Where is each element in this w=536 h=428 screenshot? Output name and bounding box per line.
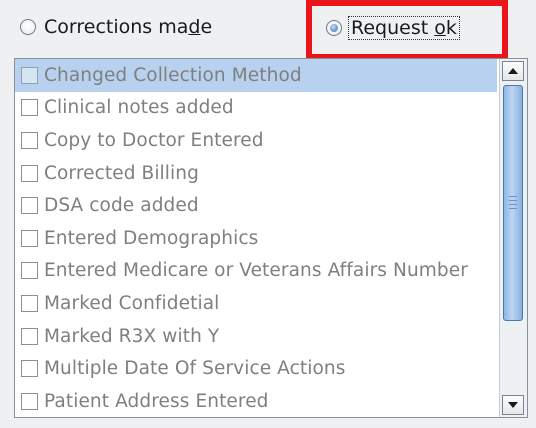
checkbox[interactable] — [21, 360, 38, 378]
list-item-label: DSA code added — [44, 195, 199, 217]
checkbox[interactable] — [21, 164, 38, 182]
corrections-made-label: Corrections made — [44, 16, 213, 38]
list-item-label: Marked R3X with Y — [44, 325, 220, 347]
checkbox[interactable] — [21, 197, 38, 215]
checkbox[interactable] — [21, 99, 38, 117]
checkbox[interactable] — [21, 392, 38, 410]
list-items: Changed Collection Method Clinical notes … — [15, 59, 497, 417]
checkbox[interactable] — [21, 66, 38, 84]
checkbox[interactable] — [21, 294, 38, 312]
list-item-label: Entered Medicare or Veterans Affairs Num… — [44, 260, 468, 282]
list-item[interactable]: Multiple Date Of Service Actions — [15, 352, 497, 385]
list-item[interactable]: Entered Medicare or Veterans Affairs Num… — [15, 255, 497, 288]
request-ok-radio[interactable]: Request ok — [326, 16, 460, 40]
request-ok-label: Request ok — [348, 16, 460, 40]
corrections-made-radio[interactable]: Corrections made — [20, 16, 212, 38]
arrow-down-icon — [508, 402, 518, 408]
status-radio-group: Corrections made Request ok — [0, 0, 536, 60]
list-item[interactable]: Copy to Doctor Entered — [15, 124, 497, 157]
scroll-down-button[interactable] — [502, 395, 524, 415]
list-item[interactable]: Clinical notes added — [15, 92, 497, 125]
scroll-up-button[interactable] — [502, 61, 524, 81]
radio-circle-icon — [20, 19, 36, 35]
list-item-label: Multiple Date Of Service Actions — [44, 358, 346, 380]
arrow-up-icon — [508, 68, 518, 74]
list-item[interactable]: Patient Address Entered — [15, 385, 497, 417]
list-item-label: Corrected Billing — [44, 162, 199, 184]
checkbox[interactable] — [21, 131, 38, 149]
vertical-scrollbar[interactable] — [499, 59, 527, 417]
list-item-label: Entered Demographics — [44, 227, 259, 249]
list-item[interactable]: Entered Demographics — [15, 222, 497, 255]
corrections-checkbox-list[interactable]: Changed Collection Method Clinical notes … — [14, 58, 528, 418]
scroll-thumb[interactable] — [503, 85, 523, 321]
checkbox[interactable] — [21, 327, 38, 345]
list-item-label: Clinical notes added — [44, 97, 234, 119]
checkbox[interactable] — [21, 229, 38, 247]
list-item[interactable]: Marked R3X with Y — [15, 320, 497, 353]
list-item[interactable]: DSA code added — [15, 189, 497, 222]
list-item-label: Marked Confidetial — [44, 292, 220, 314]
list-item[interactable]: Corrected Billing — [15, 157, 497, 190]
list-item-label: Copy to Doctor Entered — [44, 129, 264, 151]
list-item[interactable]: Changed Collection Method — [15, 59, 497, 92]
corrections-panel: Corrections made Request ok Changed Coll… — [0, 0, 536, 428]
list-item-label: Changed Collection Method — [44, 64, 302, 86]
list-item-label: Patient Address Entered — [44, 390, 269, 412]
checkbox[interactable] — [21, 262, 38, 280]
list-item[interactable]: Marked Confidetial — [15, 287, 497, 320]
radio-selected-icon — [326, 20, 342, 36]
thumb-grip-icon — [509, 196, 517, 210]
